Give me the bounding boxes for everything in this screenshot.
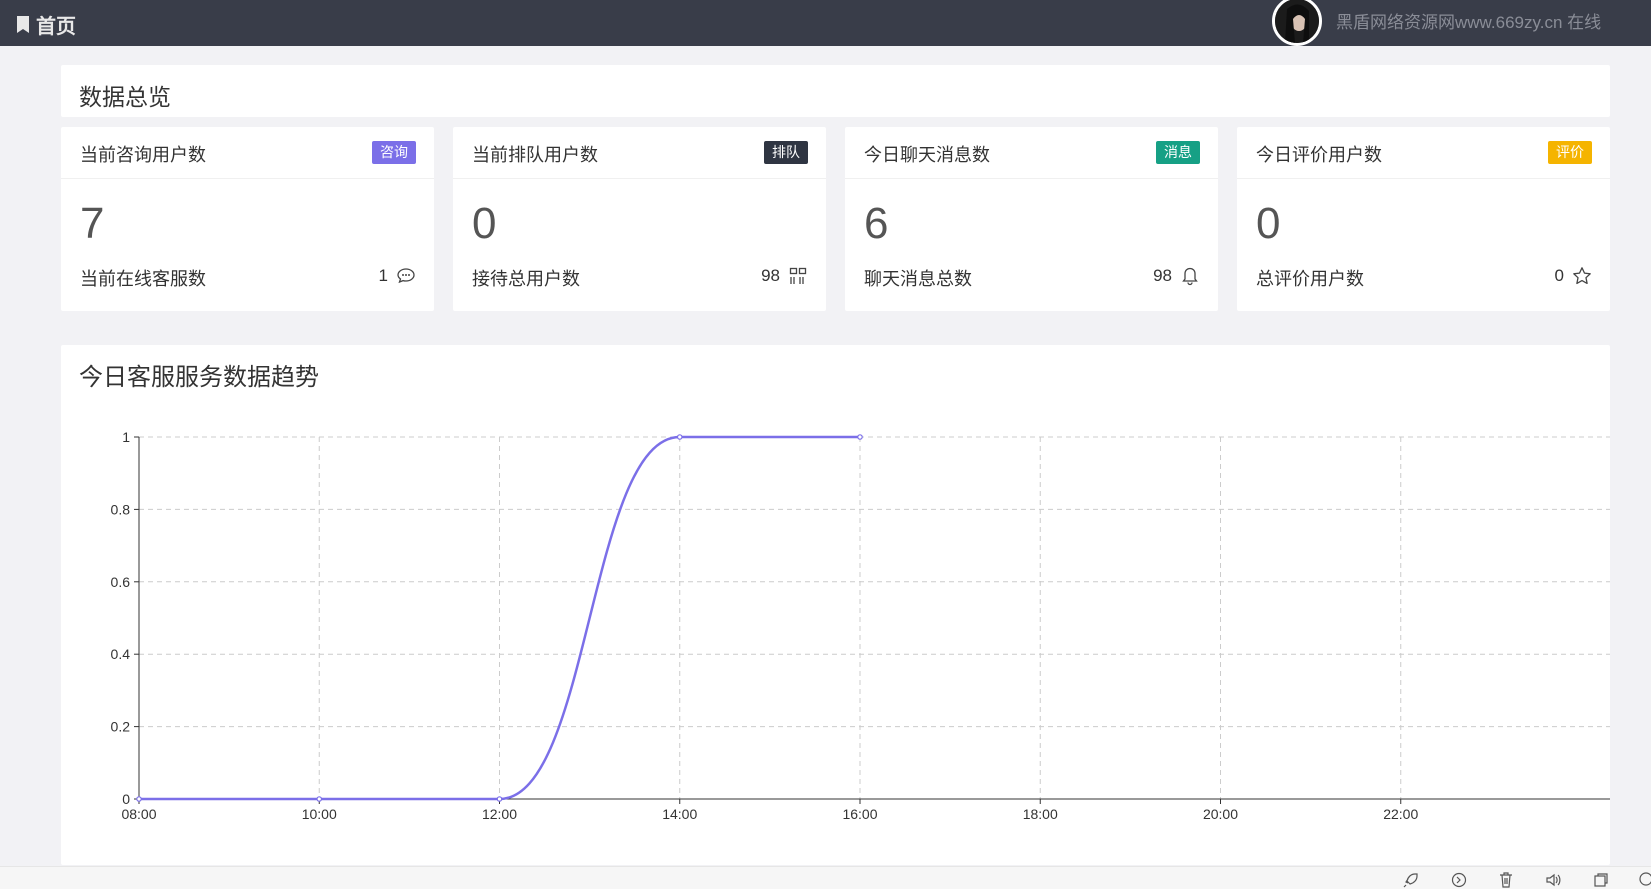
trend-chart[interactable]: 0 0.2 0.4 0.6 0.8 1 08:00 10:00 12:00 14:00 16:00 1… (61, 345, 1610, 865)
x-tick-label: 22:00 (1383, 806, 1418, 822)
data-point (857, 434, 863, 440)
data-point (316, 796, 323, 802)
bookmark-icon (17, 16, 29, 33)
stat-sub-label: 接待总用户数 (472, 269, 580, 289)
stat-card-messages: 今日聊天消息数 消息 6 聊天消息总数 98 (845, 127, 1218, 311)
overview-header: 数据总览 (61, 65, 1610, 117)
window-icon[interactable] (1592, 871, 1610, 889)
y-tick-label: 0.2 (111, 719, 131, 735)
x-tick-label: 20:00 (1203, 806, 1238, 822)
stat-value: 7 (80, 199, 105, 248)
top-bar: 首页 黑盾网络资源网www.669zy.cn 在线 (0, 0, 1651, 46)
y-tick-label: 0.6 (111, 574, 131, 590)
home-tab[interactable]: 首页 (16, 10, 76, 39)
stat-sub-value: 98 (1153, 266, 1172, 285)
status-badge: 排队 (764, 141, 808, 164)
status-badge: 消息 (1156, 141, 1200, 164)
bottom-toolbar (0, 866, 1651, 889)
stat-sub-label: 当前在线客服数 (80, 269, 206, 289)
home-label: 首页 (36, 16, 76, 38)
y-tick-label: 0 (122, 791, 130, 807)
stat-title: 今日聊天消息数 (864, 145, 990, 165)
overview-title: 数据总览 (79, 84, 171, 110)
stat-title: 当前排队用户数 (472, 145, 598, 165)
volume-icon[interactable] (1544, 871, 1562, 889)
x-tick-label: 12:00 (482, 806, 517, 822)
data-point (676, 434, 683, 440)
stat-card-queue: 当前排队用户数 排队 0 接待总用户数 98 (453, 127, 826, 311)
star-icon (1573, 267, 1591, 285)
data-point (136, 796, 142, 802)
stat-value: 0 (472, 199, 497, 248)
stat-card-consult: 当前咨询用户数 咨询 7 当前在线客服数 1 (61, 127, 434, 311)
status-badge: 评价 (1548, 141, 1592, 164)
user-status[interactable]: 黑盾网络资源网www.669zy.cn 在线 (1336, 8, 1601, 33)
avatar[interactable] (1272, 0, 1322, 46)
x-tick-label: 08:00 (121, 806, 156, 822)
status-badge: 咨询 (372, 141, 416, 164)
bell-icon (1182, 267, 1198, 286)
stat-card-ratings: 今日评价用户数 评价 0 总评价用户数 0 (1237, 127, 1610, 311)
x-tick-label: 18:00 (1023, 806, 1058, 822)
stat-sub-value: 1 (378, 266, 388, 285)
grid-icon (789, 267, 807, 284)
stat-value: 6 (864, 199, 889, 248)
y-tick-label: 1 (122, 429, 130, 445)
y-tick-label: 0.8 (111, 501, 131, 517)
stat-sub-value: 98 (761, 266, 780, 285)
refresh-icon[interactable] (1450, 871, 1468, 889)
x-tick-label: 10:00 (302, 806, 337, 822)
avatar-image (1275, 0, 1319, 43)
search-icon[interactable] (1638, 871, 1651, 889)
x-tick-label: 16:00 (842, 806, 877, 822)
stat-sub-label: 总评价用户数 (1256, 269, 1364, 289)
rocket-icon[interactable] (1402, 871, 1420, 889)
data-point (496, 796, 503, 802)
stat-sub-label: 聊天消息总数 (864, 269, 972, 289)
stat-sub-value: 0 (1554, 266, 1564, 285)
stat-title: 当前咨询用户数 (80, 145, 206, 165)
stat-value: 0 (1256, 199, 1281, 248)
trend-card: 今日客服服务数据趋势 0 0.2 0.4 0.6 0.8 1 08:00 10:00 12:00… (61, 345, 1610, 865)
chat-icon (397, 268, 415, 284)
trash-icon[interactable] (1497, 871, 1515, 889)
y-tick-label: 0.4 (111, 646, 131, 662)
stat-title: 今日评价用户数 (1256, 145, 1382, 165)
x-tick-label: 14:00 (662, 806, 697, 822)
